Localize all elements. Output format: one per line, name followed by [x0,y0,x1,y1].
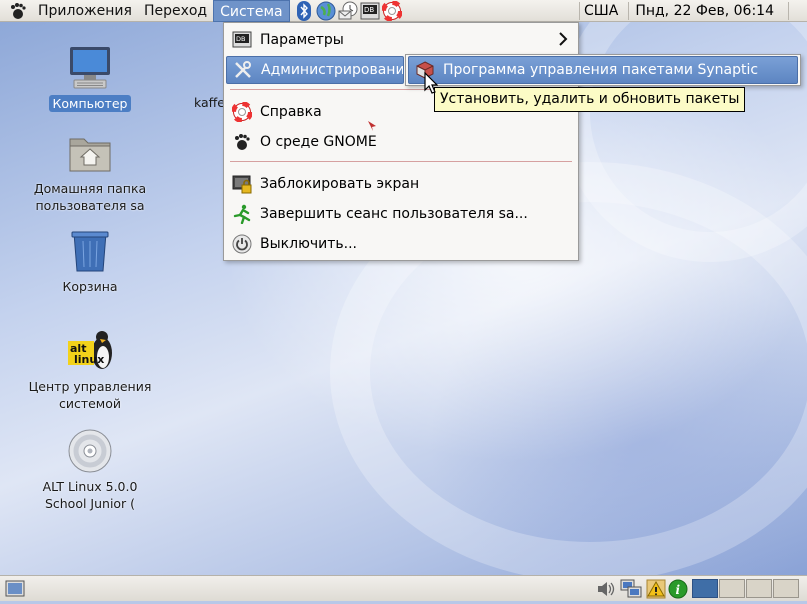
desktop-icon-trash[interactable]: Корзина [20,227,160,295]
workspace-2[interactable] [719,579,745,598]
desktop-icon-label: Центр управления системой [28,379,152,411]
svg-text:linux: linux [74,353,104,366]
keyboard-layout-indicator[interactable]: США [584,3,624,19]
bottom-panel: i [0,575,807,601]
globe-icon[interactable] [316,1,336,21]
menu-item-label: О среде GNOME [260,134,377,150]
lock-screen-icon [232,174,252,194]
menu-item-synaptic[interactable]: Программа управления пакетами Synaptic [408,56,798,84]
logout-runner-icon [232,204,252,224]
cdrom-icon [66,427,114,475]
menu-item-about-gnome[interactable]: О среде GNOME [226,128,576,156]
menu-item-shutdown[interactable]: Выключить... [226,230,576,258]
svg-text:DB: DB [364,6,374,14]
info-icon[interactable]: i [668,579,688,603]
desktop-icon-cdrom[interactable]: ALT Linux 5.0.0 School Junior ( [20,427,160,512]
administration-submenu: Программа управления пакетами Synaptic [405,54,801,86]
svg-text:DB: DB [236,35,245,43]
menu-item-label: Параметры [260,32,344,48]
menu-item-label: Заблокировать экран [260,176,420,192]
help-lifebuoy-icon[interactable] [381,0,402,21]
cursor-trail-icon [367,120,377,136]
chevron-right-icon [558,32,568,50]
panel-separator [788,2,789,20]
menu-item-label: Завершить сеанс пользователя sa... [260,206,528,222]
preferences-icon: DB [232,30,252,50]
desktop-icon-control-center[interactable]: alt linux Центр управления системой [20,327,160,412]
tooltip: Установить, удалить и обновить пакеты [434,87,746,112]
desktop-icon-home[interactable]: Домашняя папка пользователя sa [20,129,160,214]
menu-system[interactable]: Система [213,0,290,22]
desktop-icon-label: Домашняя папка пользователя sa [33,181,147,213]
menu-item-lock-screen[interactable]: Заблокировать экран [226,170,576,198]
home-folder-icon [66,129,114,177]
volume-icon[interactable] [596,579,616,603]
menu-item-label: Выключить... [260,236,357,252]
panel-separator [578,2,580,20]
desktop-icon-label: ALT Linux 5.0.0 School Junior ( [42,479,138,511]
power-icon [232,234,252,254]
svg-text:i: i [676,583,681,597]
trash-icon [66,227,114,275]
warning-icon[interactable] [645,578,667,604]
computer-icon [66,44,114,92]
workspace-4[interactable] [773,579,799,598]
menu-item-preferences[interactable]: DB Параметры [226,26,576,54]
show-desktop-icon[interactable] [5,579,25,603]
tools-icon[interactable]: DB [360,1,380,21]
mouse-pointer-icon [424,71,439,98]
gnome-foot-icon [232,132,252,152]
gnome-foot-icon[interactable] [8,1,28,21]
desktop-icon-label: Корзина [62,279,118,294]
menu-item-label: Администрировани [261,62,403,78]
desktop-icon-label: Компьютер [48,95,132,112]
workspace-3[interactable] [746,579,772,598]
menu-item-label: Справка [260,104,322,120]
alt-linux-logo-icon: alt linux [66,327,114,375]
network-icon[interactable] [620,579,642,603]
administration-icon [233,60,253,80]
menu-separator [230,161,572,162]
menu-applications[interactable]: Приложения [32,0,138,22]
desktop-icon-label-partial: kaffe [194,95,225,110]
bluetooth-icon[interactable] [294,0,314,21]
clock[interactable]: Пнд, 22 Фев, 06:14 [633,3,784,19]
mail-icon[interactable] [338,1,358,21]
help-lifebuoy-icon [232,102,252,122]
menu-places[interactable]: Переход [138,0,213,22]
menu-item-administration[interactable]: Администрировани [226,56,404,84]
menu-item-logout[interactable]: Завершить сеанс пользователя sa... [226,200,576,228]
top-panel: Приложения Переход Система DB США Пнд, 2… [0,0,807,22]
workspace-1[interactable] [692,579,718,598]
panel-separator [628,2,630,20]
clock-area: США Пнд, 22 Фев, 06:14 [575,0,807,22]
menu-item-label: Программа управления пакетами Synaptic [443,62,759,78]
desktop-icon-computer[interactable]: Компьютер [20,44,160,112]
